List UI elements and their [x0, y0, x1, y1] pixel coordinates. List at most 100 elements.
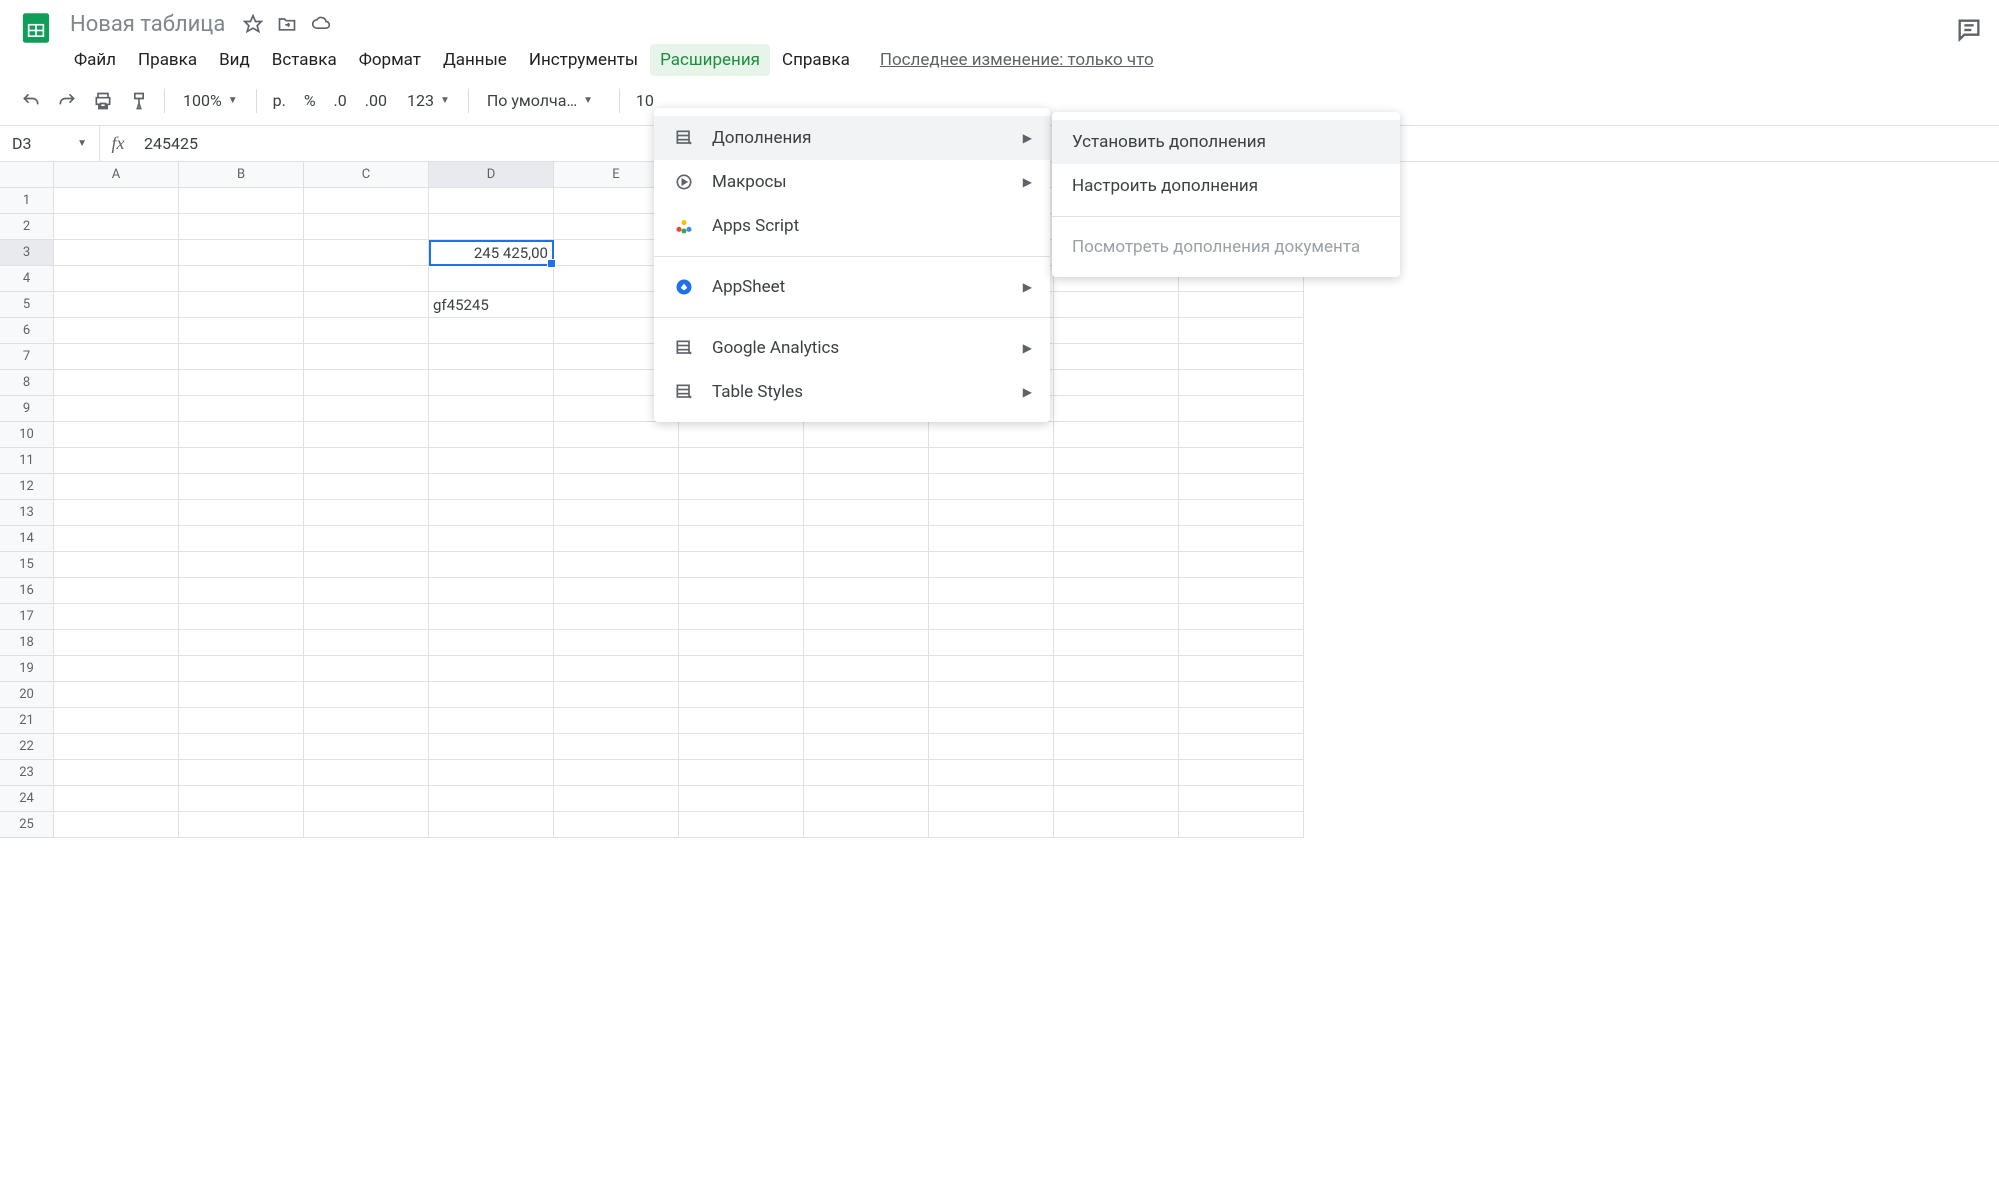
cell-A17[interactable] — [54, 604, 179, 630]
menu-data[interactable]: Данные — [433, 44, 517, 76]
cell-J13[interactable] — [1179, 500, 1304, 526]
undo-button[interactable] — [16, 86, 46, 116]
cell-J9[interactable] — [1179, 396, 1304, 422]
cell-I14[interactable] — [1054, 526, 1179, 552]
row-header-18[interactable]: 18 — [0, 630, 54, 656]
cell-C14[interactable] — [304, 526, 429, 552]
cell-A13[interactable] — [54, 500, 179, 526]
cell-B6[interactable] — [179, 318, 304, 344]
cell-I7[interactable] — [1054, 344, 1179, 370]
cell-B3[interactable] — [179, 240, 304, 266]
cell-I15[interactable] — [1054, 552, 1179, 578]
cell-J23[interactable] — [1179, 760, 1304, 786]
cell-C24[interactable] — [304, 786, 429, 812]
cell-C23[interactable] — [304, 760, 429, 786]
row-header-8[interactable]: 8 — [0, 370, 54, 396]
cell-H14[interactable] — [929, 526, 1054, 552]
menu-item-addons[interactable]: Дополнения ▶ — [654, 116, 1050, 160]
row-header-25[interactable]: 25 — [0, 812, 54, 838]
cell-I21[interactable] — [1054, 708, 1179, 734]
cell-D22[interactable] — [429, 734, 554, 760]
row-header-13[interactable]: 13 — [0, 500, 54, 526]
currency-button[interactable]: р. — [267, 91, 292, 110]
cell-A1[interactable] — [54, 188, 179, 214]
cell-J12[interactable] — [1179, 474, 1304, 500]
cell-A22[interactable] — [54, 734, 179, 760]
cell-B5[interactable] — [179, 292, 304, 318]
cell-C5[interactable] — [304, 292, 429, 318]
cell-A5[interactable] — [54, 292, 179, 318]
cell-C4[interactable] — [304, 266, 429, 292]
cell-C13[interactable] — [304, 500, 429, 526]
cell-H17[interactable] — [929, 604, 1054, 630]
cell-J5[interactable] — [1179, 292, 1304, 318]
cell-H13[interactable] — [929, 500, 1054, 526]
cell-A7[interactable] — [54, 344, 179, 370]
cell-I22[interactable] — [1054, 734, 1179, 760]
row-header-20[interactable]: 20 — [0, 682, 54, 708]
cell-C25[interactable] — [304, 812, 429, 838]
cell-B14[interactable] — [179, 526, 304, 552]
cell-E20[interactable] — [554, 682, 679, 708]
cell-B13[interactable] — [179, 500, 304, 526]
cell-E11[interactable] — [554, 448, 679, 474]
cell-H12[interactable] — [929, 474, 1054, 500]
cell-A6[interactable] — [54, 318, 179, 344]
cell-G11[interactable] — [804, 448, 929, 474]
row-header-16[interactable]: 16 — [0, 578, 54, 604]
cell-I17[interactable] — [1054, 604, 1179, 630]
percent-button[interactable]: % — [298, 91, 322, 110]
cell-A25[interactable] — [54, 812, 179, 838]
cell-D18[interactable] — [429, 630, 554, 656]
last-change-link[interactable]: Последнее изменение: только что — [880, 50, 1154, 70]
menu-extensions[interactable]: Расширения — [650, 44, 770, 76]
cell-D8[interactable] — [429, 370, 554, 396]
cell-A11[interactable] — [54, 448, 179, 474]
cell-D9[interactable] — [429, 396, 554, 422]
row-header-23[interactable]: 23 — [0, 760, 54, 786]
cell-H10[interactable] — [929, 422, 1054, 448]
cell-A15[interactable] — [54, 552, 179, 578]
cell-F13[interactable] — [679, 500, 804, 526]
cell-J21[interactable] — [1179, 708, 1304, 734]
cell-I12[interactable] — [1054, 474, 1179, 500]
cell-E18[interactable] — [554, 630, 679, 656]
cell-I10[interactable] — [1054, 422, 1179, 448]
cell-J20[interactable] — [1179, 682, 1304, 708]
document-title[interactable]: Новая таблица — [64, 10, 231, 39]
cell-E15[interactable] — [554, 552, 679, 578]
row-header-5[interactable]: 5 — [0, 292, 54, 318]
menu-tools[interactable]: Инструменты — [519, 44, 648, 76]
cell-D1[interactable] — [429, 188, 554, 214]
cell-I5[interactable] — [1054, 292, 1179, 318]
cell-G15[interactable] — [804, 552, 929, 578]
cell-F12[interactable] — [679, 474, 804, 500]
cell-G22[interactable] — [804, 734, 929, 760]
cell-D11[interactable] — [429, 448, 554, 474]
menu-insert[interactable]: Вставка — [262, 44, 347, 76]
decrease-decimal-button[interactable]: .0 — [328, 91, 353, 110]
cell-G14[interactable] — [804, 526, 929, 552]
cell-I9[interactable] — [1054, 396, 1179, 422]
cell-I24[interactable] — [1054, 786, 1179, 812]
cell-F22[interactable] — [679, 734, 804, 760]
cell-A9[interactable] — [54, 396, 179, 422]
row-header-12[interactable]: 12 — [0, 474, 54, 500]
cell-B8[interactable] — [179, 370, 304, 396]
cell-F19[interactable] — [679, 656, 804, 682]
cell-E10[interactable] — [554, 422, 679, 448]
cell-C16[interactable] — [304, 578, 429, 604]
cell-C22[interactable] — [304, 734, 429, 760]
cell-G17[interactable] — [804, 604, 929, 630]
cell-H25[interactable] — [929, 812, 1054, 838]
menu-format[interactable]: Формат — [349, 44, 431, 76]
row-header-3[interactable]: 3 — [0, 240, 54, 266]
cell-C21[interactable] — [304, 708, 429, 734]
cell-D5[interactable]: gf45245 — [429, 292, 554, 318]
cell-C10[interactable] — [304, 422, 429, 448]
cell-D23[interactable] — [429, 760, 554, 786]
cell-B12[interactable] — [179, 474, 304, 500]
star-icon[interactable] — [243, 14, 263, 34]
cell-J16[interactable] — [1179, 578, 1304, 604]
row-header-1[interactable]: 1 — [0, 188, 54, 214]
